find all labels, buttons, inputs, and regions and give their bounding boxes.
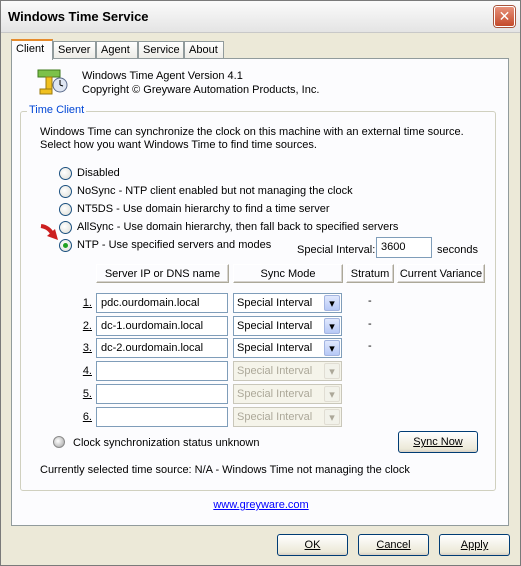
sync-status-label: Clock synchronization status unknown [73, 437, 260, 449]
client-tab-panel: Windows Time Agent Version 4.1 Copyright… [11, 58, 509, 526]
row-number: 3. [82, 342, 92, 354]
greyware-link[interactable]: www.greyware.com [12, 499, 510, 511]
sync-mode-value: Special Interval [237, 365, 313, 377]
close-button[interactable]: ✕ [494, 6, 515, 27]
col-header-server: Server IP or DNS name [96, 264, 229, 283]
tab-server[interactable]: Server [53, 41, 96, 59]
sync-mode-select: Special Interval ▾ [233, 361, 342, 381]
server-ip-input[interactable]: dc-1.ourdomain.local [96, 316, 228, 336]
description-line-2: Select how you want Windows Time to find… [40, 139, 317, 151]
red-arrow-icon [40, 224, 58, 240]
col-header-stratum: Stratum [346, 264, 394, 283]
app-icon [37, 69, 68, 95]
sync-mode-select[interactable]: Special Interval ▾ [233, 293, 342, 313]
stratum-value: - [368, 295, 372, 307]
sync-mode-select[interactable]: Special Interval ▾ [233, 338, 342, 358]
sync-mode-value: Special Interval [237, 388, 313, 400]
radio-disabled[interactable]: Disabled [59, 165, 120, 181]
radio-button[interactable] [59, 166, 72, 180]
sync-mode-select[interactable]: Special Interval ▾ [233, 316, 342, 336]
radio-ntp[interactable]: NTP - Use specified servers and modes [59, 237, 271, 253]
copyright-text: Copyright © Greyware Automation Products… [82, 84, 320, 96]
sync-mode-value: Special Interval [237, 411, 313, 423]
version-text: Windows Time Agent Version 4.1 [82, 70, 243, 82]
sync-mode-value: Special Interval [237, 320, 313, 332]
sync-mode-select: Special Interval ▾ [233, 384, 342, 404]
row-number: 2. [82, 320, 92, 332]
apply-label: Apply [460, 539, 489, 551]
sync-mode-select: Special Interval ▾ [233, 407, 342, 427]
radio-label: NTP - Use specified servers and modes [77, 239, 272, 251]
sync-now-button[interactable]: Sync Now [398, 431, 478, 453]
server-ip-input[interactable] [96, 407, 228, 427]
radio-label: AllSync - Use domain hierarchy, then fal… [77, 221, 399, 233]
cancel-button[interactable]: Cancel [358, 534, 429, 556]
radio-button[interactable] [59, 184, 72, 198]
special-interval-label: Special Interval: [297, 244, 376, 256]
time-client-legend: Time Client [27, 104, 87, 116]
cancel-label: Cancel [376, 539, 411, 551]
dropdown-arrow-icon: ▾ [324, 409, 340, 425]
sync-mode-value: Special Interval [237, 342, 313, 354]
radio-label: NoSync - NTP client enabled but not mana… [77, 185, 353, 197]
radio-button-checked[interactable] [59, 238, 72, 252]
stratum-value: - [368, 340, 372, 352]
dropdown-arrow-icon: ▾ [324, 363, 340, 379]
ok-label: OK [304, 539, 321, 551]
radio-nosync[interactable]: NoSync - NTP client enabled but not mana… [59, 183, 353, 199]
close-icon: ✕ [498, 8, 511, 24]
tab-client[interactable]: Client [11, 39, 53, 60]
row-number: 1. [82, 297, 92, 309]
radio-label: NT5DS - Use domain hierarchy to find a t… [77, 203, 330, 215]
special-interval-input[interactable]: 3600 [376, 237, 432, 258]
radio-allsync[interactable]: AllSync - Use domain hierarchy, then fal… [59, 219, 398, 235]
col-header-sync-mode: Sync Mode [233, 264, 343, 283]
server-ip-input[interactable] [96, 384, 228, 404]
radio-button[interactable] [59, 202, 72, 216]
dropdown-arrow-icon[interactable]: ▾ [324, 318, 340, 334]
radio-label: Disabled [77, 167, 120, 179]
dropdown-arrow-icon[interactable]: ▾ [324, 340, 340, 356]
row-number: 5. [82, 388, 92, 400]
radio-nt5ds[interactable]: NT5DS - Use domain hierarchy to find a t… [59, 201, 329, 217]
tab-service[interactable]: Service [138, 41, 184, 59]
stratum-value: - [368, 318, 372, 330]
tab-agent[interactable]: Agent [96, 41, 138, 59]
ok-button[interactable]: OK [277, 534, 348, 556]
special-interval-unit: seconds [437, 244, 478, 256]
tab-about[interactable]: About [184, 41, 224, 59]
title-bar[interactable]: Windows Time Service ✕ [1, 1, 520, 33]
row-number: 4. [82, 365, 92, 377]
row-number: 6. [82, 411, 92, 423]
time-service-window: Windows Time Service ✕ Client Server Age… [0, 0, 521, 566]
description-line-1: Windows Time can synchronize the clock o… [40, 126, 464, 138]
current-time-source: Currently selected time source: N/A - Wi… [40, 464, 410, 476]
server-ip-input[interactable] [96, 361, 228, 381]
sync-mode-value: Special Interval [237, 297, 313, 309]
col-header-variance: Current Variance [397, 264, 485, 283]
apply-button[interactable]: Apply [439, 534, 510, 556]
status-dot-icon [53, 436, 65, 448]
dropdown-arrow-icon: ▾ [324, 386, 340, 402]
server-ip-input[interactable]: pdc.ourdomain.local [96, 293, 228, 313]
window-title: Windows Time Service [8, 9, 149, 24]
time-client-group: Time Client Windows Time can synchronize… [20, 104, 496, 491]
dropdown-arrow-icon[interactable]: ▾ [324, 295, 340, 311]
server-ip-input[interactable]: dc-2.ourdomain.local [96, 338, 228, 358]
sync-now-label: Sync Now [413, 436, 463, 448]
